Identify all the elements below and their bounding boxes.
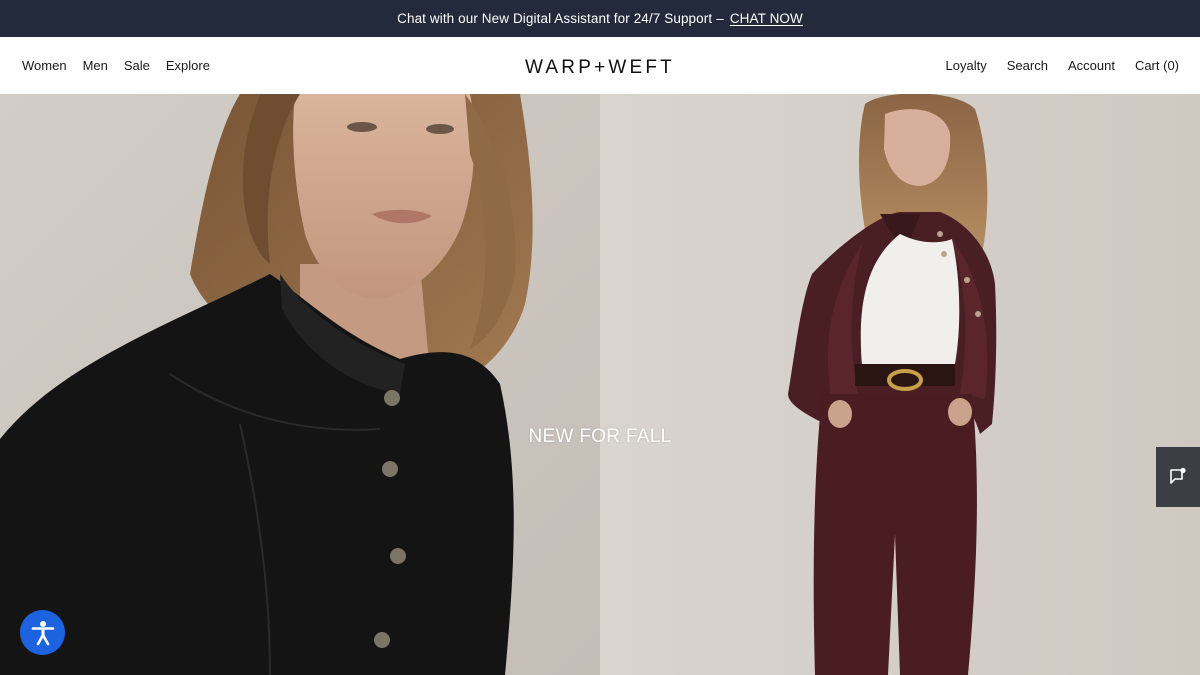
announcement-text: Chat with our New Digital Assistant for … bbox=[397, 11, 713, 26]
nav-cart[interactable]: Cart (0) bbox=[1135, 58, 1179, 73]
hero-title[interactable]: NEW FOR FALL bbox=[0, 426, 1200, 448]
nav-account[interactable]: Account bbox=[1068, 58, 1115, 73]
announcement-separator: – bbox=[716, 11, 724, 26]
primary-nav: Women Men Sale Explore bbox=[22, 37, 210, 94]
announcement-bar: Chat with our New Digital Assistant for … bbox=[0, 0, 1200, 37]
model-black-jacket-image bbox=[0, 94, 600, 675]
hero-banner[interactable]: NEW FOR FALL bbox=[0, 94, 1200, 675]
nav-sale[interactable]: Sale bbox=[124, 58, 150, 73]
nav-men[interactable]: Men bbox=[83, 58, 108, 73]
brand-logo[interactable]: WARP+WEFT bbox=[525, 57, 675, 79]
hero-image-left[interactable] bbox=[0, 94, 600, 675]
accessibility-person-icon bbox=[31, 620, 54, 645]
model-burgundy-set-image bbox=[600, 94, 1200, 675]
utility-nav: Loyalty Search Account Cart (0) bbox=[946, 37, 1179, 94]
accessibility-button[interactable] bbox=[20, 610, 65, 655]
site-header: Women Men Sale Explore WARP+WEFT Loyalty… bbox=[0, 37, 1200, 94]
nav-explore[interactable]: Explore bbox=[166, 58, 210, 73]
nav-women[interactable]: Women bbox=[22, 58, 67, 73]
hero-image-right[interactable] bbox=[600, 94, 1200, 675]
chat-widget-button[interactable] bbox=[1156, 447, 1200, 507]
chat-now-link[interactable]: CHAT NOW bbox=[730, 11, 803, 26]
nav-loyalty[interactable]: Loyalty bbox=[946, 58, 987, 73]
nav-search[interactable]: Search bbox=[1007, 58, 1048, 73]
chat-bubble-icon bbox=[1170, 467, 1186, 484]
